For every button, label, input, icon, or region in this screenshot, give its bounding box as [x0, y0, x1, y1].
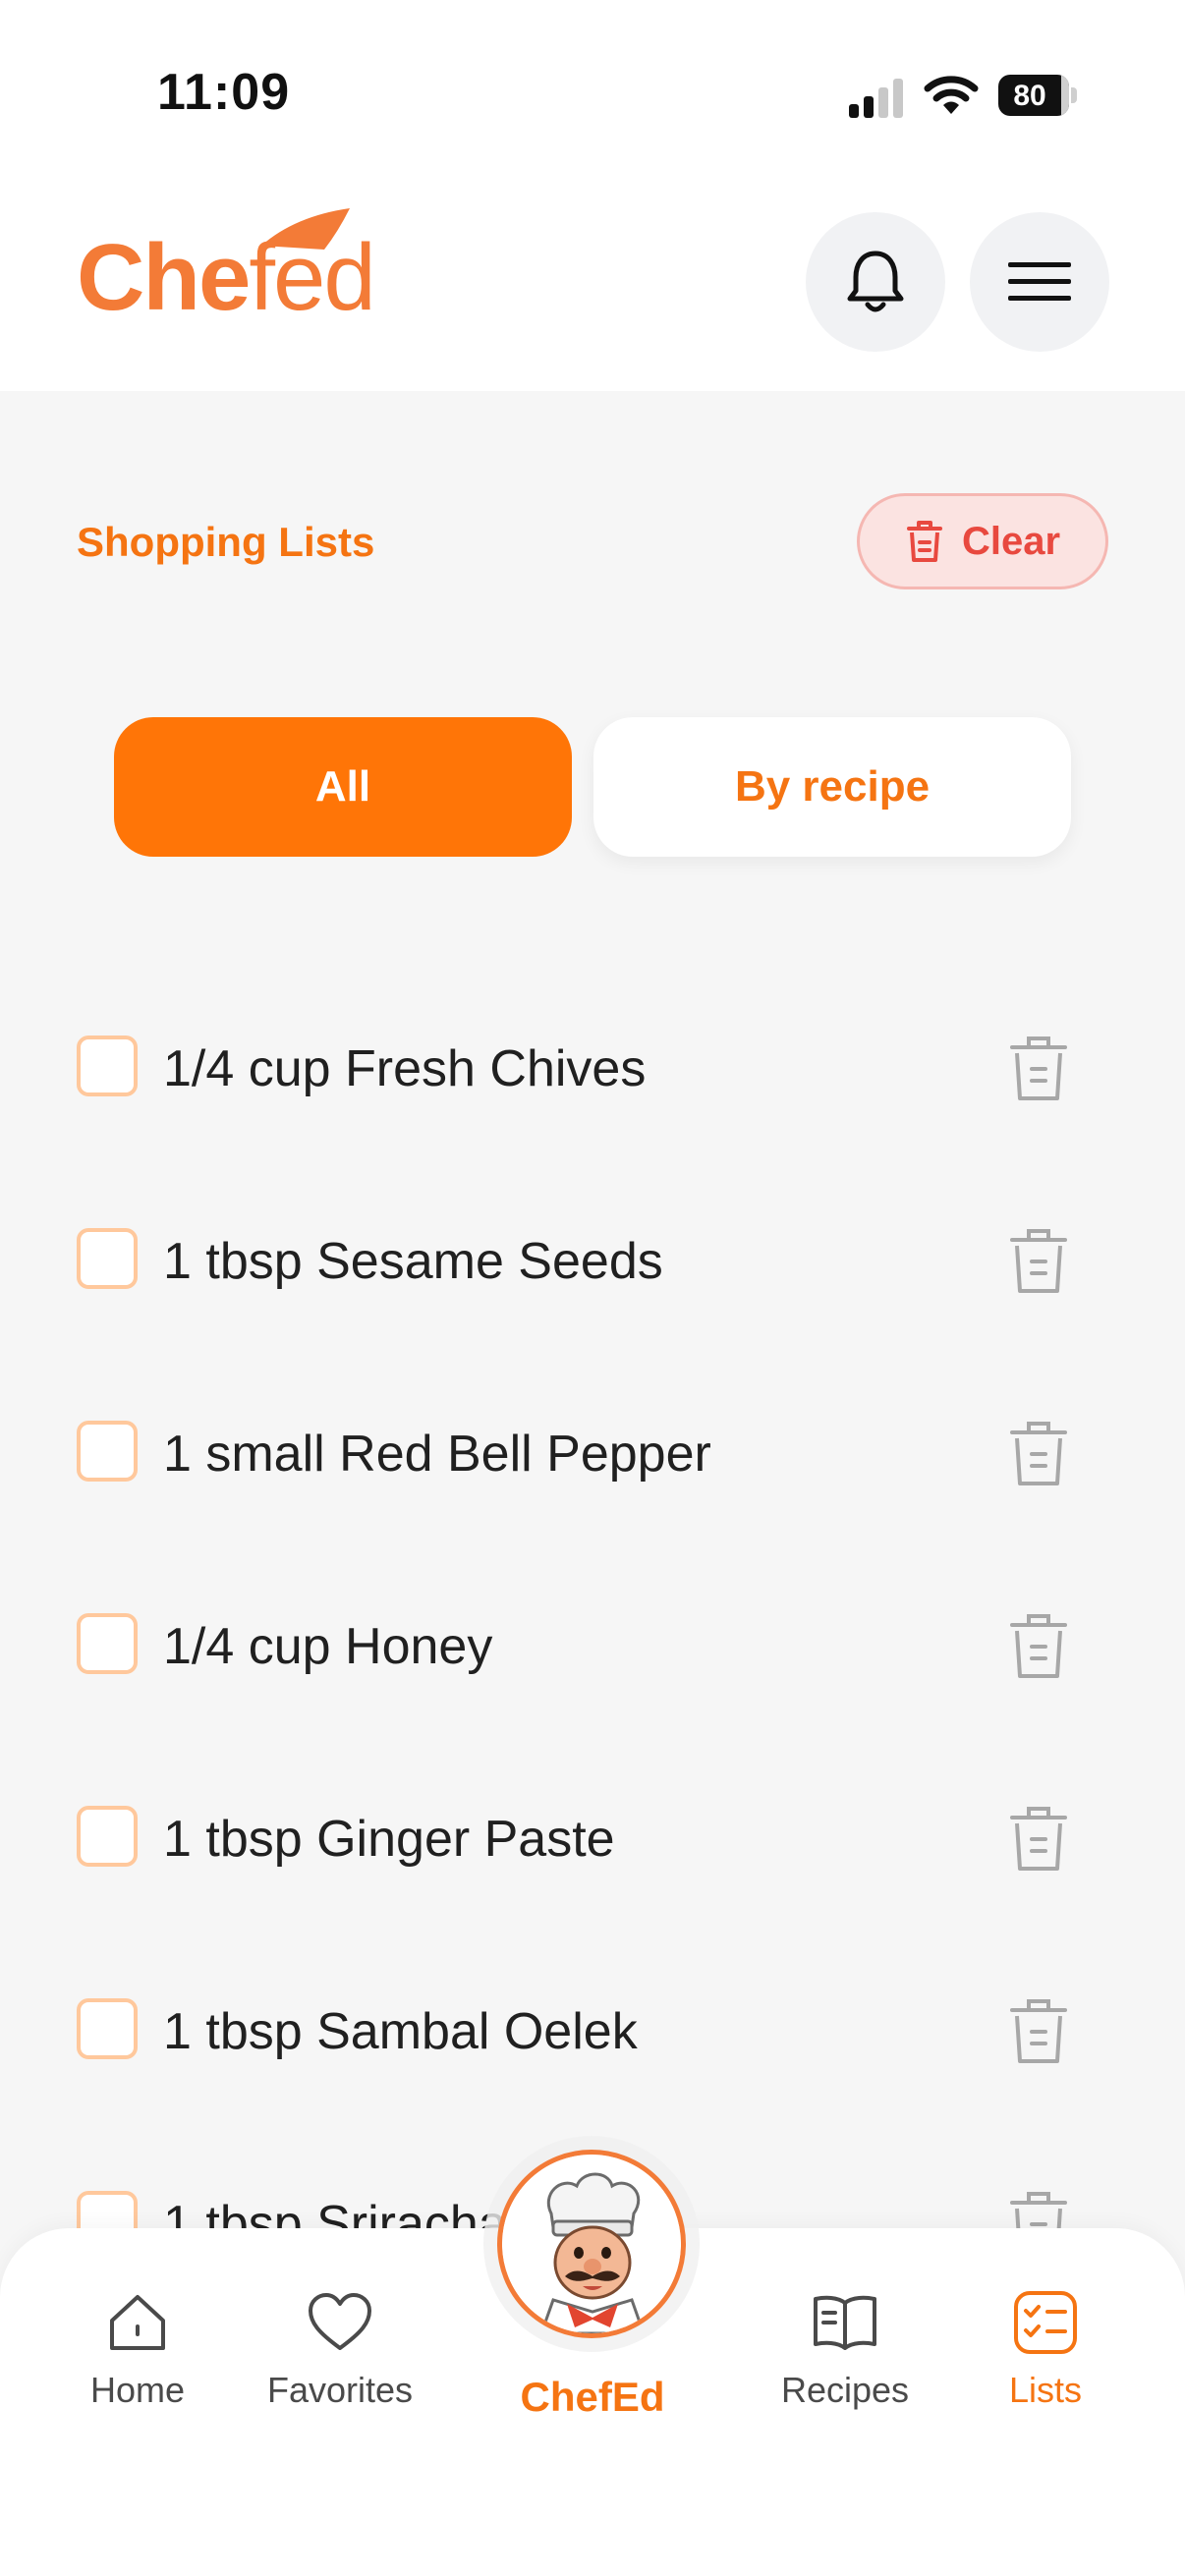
nav-label-lists: Lists [1008, 2370, 1083, 2410]
page-title: Shopping Lists [77, 519, 375, 565]
item-checkbox[interactable] [77, 1421, 138, 1482]
clear-button-label: Clear [961, 519, 1061, 563]
notifications-button[interactable] [806, 212, 945, 352]
nav-item-recipes[interactable]: Recipes [747, 2287, 943, 2444]
delete-item-trash-icon[interactable] [1006, 1224, 1071, 1297]
nav-item-home[interactable]: Home [39, 2287, 236, 2444]
item-checkbox[interactable] [77, 1228, 138, 1289]
battery-level: 80 [1013, 80, 1046, 112]
nav-item-favorites[interactable]: Favorites [242, 2287, 438, 2444]
item-text: 1 tbsp Sambal Oelek [163, 2003, 638, 2060]
tab-by-recipe[interactable]: By recipe [593, 717, 1071, 857]
nav-item-lists[interactable]: Lists [947, 2287, 1144, 2444]
checklist-icon [1014, 2291, 1077, 2354]
home-icon [110, 2295, 165, 2350]
tab-all[interactable]: All [114, 717, 572, 857]
chefed-logo[interactable]: Chefed [77, 206, 430, 334]
status-time: 11:09 [157, 64, 291, 121]
chef-avatar-icon [502, 2155, 681, 2333]
list-item: 1/4 cup Honey [0, 1588, 1185, 1706]
book-icon [814, 2295, 876, 2350]
chefed-assistant-button[interactable] [497, 2150, 686, 2338]
delete-item-trash-icon[interactable] [1006, 1609, 1071, 1682]
nav-label-recipes: Recipes [780, 2370, 910, 2410]
delete-item-trash-icon[interactable] [1006, 1417, 1071, 1489]
list-item: 1 tbsp Sambal Oelek [0, 1973, 1185, 2091]
item-text: 1/4 cup Fresh Chives [163, 1040, 647, 1097]
list-item: 1/4 cup Fresh Chives [0, 1010, 1185, 1128]
delete-item-trash-icon[interactable] [1006, 1994, 1071, 2067]
item-text: 1 small Red Bell Pepper [163, 1426, 711, 1483]
trash-icon [906, 521, 942, 562]
heart-icon [309, 2293, 371, 2350]
item-text: 1 tbsp Sesame Seeds [163, 1233, 663, 1290]
list-item: 1 small Red Bell Pepper [0, 1395, 1185, 1513]
status-bar: 11:09 80 [0, 0, 1185, 177]
nav-label-favorites: Favorites [266, 2370, 414, 2410]
item-checkbox[interactable] [77, 1998, 138, 2059]
bell-icon [847, 251, 904, 312]
nav-label-home: Home [89, 2370, 186, 2410]
delete-item-trash-icon[interactable] [1006, 1802, 1071, 1875]
item-checkbox[interactable] [77, 1036, 138, 1096]
logo-text: Chefed [77, 225, 376, 330]
list-item: 1 tbsp Sesame Seeds [0, 1203, 1185, 1320]
item-text: 1 tbsp Ginger Paste [163, 1811, 615, 1868]
item-checkbox[interactable] [77, 1613, 138, 1674]
battery-icon: 80 [998, 75, 1079, 116]
cellular-signal-icon [849, 79, 903, 118]
delete-item-trash-icon[interactable] [1006, 1032, 1071, 1104]
item-checkbox[interactable] [77, 1806, 138, 1867]
item-text: 1/4 cup Honey [163, 1618, 493, 1675]
nav-label-chefed[interactable]: ChefEd [491, 2374, 694, 2421]
menu-button[interactable] [970, 212, 1109, 352]
hamburger-menu-icon [1008, 262, 1071, 301]
list-item: 1 tbsp Ginger Paste [0, 1780, 1185, 1898]
clear-button[interactable]: Clear [857, 493, 1108, 589]
wifi-icon [924, 76, 979, 114]
